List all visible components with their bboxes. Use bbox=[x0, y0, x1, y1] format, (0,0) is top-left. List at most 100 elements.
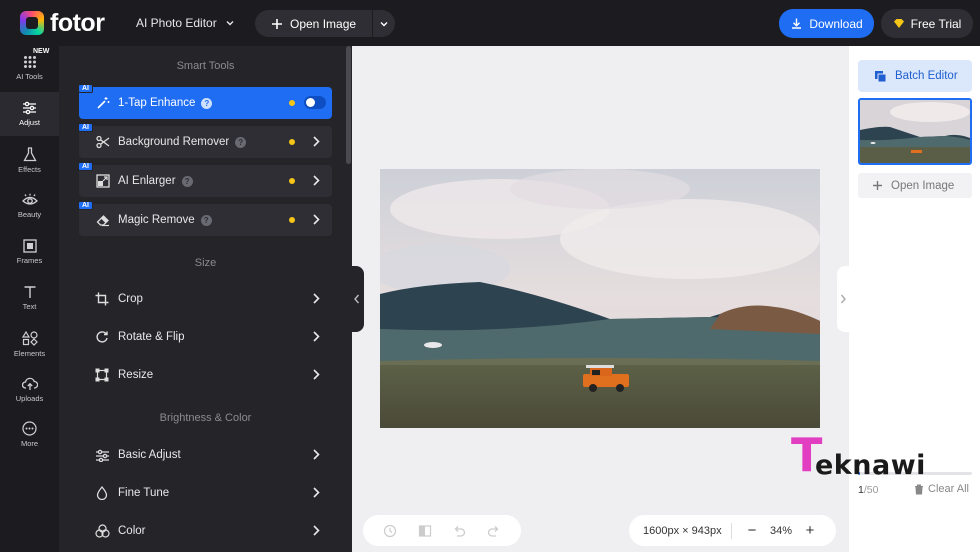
rail-item-beauty[interactable]: Beauty bbox=[0, 184, 59, 228]
batch-editor-label: Batch Editor bbox=[895, 70, 958, 82]
chevron-down-icon bbox=[226, 21, 234, 26]
open-image-main[interactable]: Open Image bbox=[255, 17, 372, 31]
history-icon[interactable] bbox=[383, 524, 397, 538]
rail-label: Frames bbox=[16, 256, 43, 265]
rail-item-text[interactable]: Text bbox=[0, 276, 59, 320]
tool-label: Rotate & Flip bbox=[118, 331, 185, 343]
ai-tag: AI bbox=[78, 84, 93, 93]
trash-icon bbox=[915, 483, 923, 495]
rail-item-more[interactable]: More bbox=[0, 412, 59, 456]
tool-crop[interactable]: Crop bbox=[79, 285, 332, 313]
tool-magic-remove[interactable]: AI Magic Remove ? bbox=[78, 201, 332, 236]
tool-label: Resize bbox=[118, 369, 154, 381]
help-icon[interactable]: ? bbox=[181, 175, 193, 187]
tool-fine-tune[interactable]: Fine Tune bbox=[79, 479, 332, 507]
shapes-icon bbox=[21, 330, 38, 346]
frame-icon bbox=[22, 239, 37, 253]
rail-item-effects[interactable]: Effects bbox=[0, 138, 59, 182]
tool-label: AI Enlarger bbox=[118, 175, 176, 187]
zoom-level[interactable]: 34% bbox=[764, 525, 798, 537]
add-image-button[interactable]: Open Image bbox=[858, 173, 972, 198]
tool-rotate-flip[interactable]: Rotate & Flip bbox=[79, 323, 332, 351]
canvas-history-toolbar bbox=[363, 515, 521, 546]
layers-icon bbox=[875, 70, 887, 82]
open-image-dropdown[interactable] bbox=[373, 19, 395, 29]
color-circles-icon bbox=[92, 524, 112, 538]
rail-label: Uploads bbox=[15, 394, 44, 403]
product-selector[interactable]: AI Photo Editor bbox=[136, 16, 235, 30]
edited-photo[interactable] bbox=[380, 169, 820, 428]
top-bar: fotor AI Photo Editor Open Image Downloa… bbox=[0, 0, 980, 46]
rail-item-ai-tools[interactable]: NEW AI Tools bbox=[0, 46, 59, 90]
rail-label: Beauty bbox=[17, 210, 42, 219]
rail-label: More bbox=[20, 438, 39, 448]
logo-icon bbox=[20, 11, 44, 35]
fotor-logo[interactable]: fotor bbox=[20, 8, 105, 37]
rail-label: Text bbox=[22, 302, 37, 311]
rail-label: Elements bbox=[13, 348, 46, 358]
download-button[interactable]: Download bbox=[779, 9, 874, 38]
canvas-zoom-toolbar: 1600px × 943px − 34% + bbox=[629, 515, 836, 546]
scissors-icon bbox=[93, 135, 113, 149]
chevron-right-icon bbox=[313, 293, 320, 304]
premium-dot bbox=[289, 178, 295, 184]
rail-item-uploads[interactable]: Uploads bbox=[0, 368, 59, 412]
tool-label: Background Remover bbox=[118, 136, 230, 148]
tool-label: Color bbox=[118, 525, 146, 537]
open-image-button[interactable]: Open Image bbox=[255, 10, 395, 37]
rail-item-frames[interactable]: Frames bbox=[0, 230, 59, 274]
rail-item-elements[interactable]: Elements bbox=[0, 322, 59, 366]
tool-color[interactable]: Color bbox=[79, 517, 332, 545]
flask-icon bbox=[22, 146, 37, 161]
rail-item-adjust[interactable]: Adjust bbox=[0, 92, 59, 136]
eraser-icon bbox=[93, 213, 113, 227]
compare-icon[interactable] bbox=[418, 524, 432, 538]
chevron-right-icon bbox=[313, 369, 320, 380]
collapse-panel-handle[interactable] bbox=[350, 266, 364, 332]
chevron-right-icon bbox=[313, 331, 320, 342]
zoom-out-button[interactable]: − bbox=[740, 522, 764, 539]
chevron-down-icon bbox=[380, 21, 388, 26]
rail-label: AI Tools bbox=[16, 72, 43, 81]
download-label: Download bbox=[809, 16, 863, 31]
rail-label: Effects bbox=[18, 164, 41, 174]
tool-ai-enlarger[interactable]: AI AI Enlarger ? bbox=[78, 162, 332, 197]
chevron-right-icon bbox=[313, 449, 320, 460]
resize-icon bbox=[92, 368, 112, 382]
free-trial-button[interactable]: Free Trial bbox=[881, 9, 973, 38]
chevron-right-icon bbox=[313, 214, 320, 225]
diamond-icon bbox=[893, 19, 904, 28]
tool-background-remover[interactable]: AI Background Remover ? bbox=[78, 123, 332, 158]
clear-all-button[interactable]: Clear All bbox=[914, 483, 969, 495]
undo-icon[interactable] bbox=[452, 524, 466, 538]
help-icon[interactable]: ? bbox=[235, 136, 247, 148]
ai-tag: AI bbox=[78, 201, 93, 210]
tool-1-tap-enhance[interactable]: AI 1-Tap Enhance ? bbox=[78, 84, 332, 119]
image-thumbnail[interactable] bbox=[858, 98, 972, 165]
premium-dot bbox=[289, 217, 295, 223]
enhance-toggle[interactable] bbox=[304, 96, 326, 109]
tool-resize[interactable]: Resize bbox=[79, 361, 332, 389]
batch-editor-button[interactable]: Batch Editor bbox=[858, 60, 972, 92]
grid-dots-icon bbox=[23, 56, 36, 68]
free-trial-label: Free Trial bbox=[910, 16, 962, 31]
add-image-label: Open Image bbox=[891, 179, 955, 192]
tool-label: Basic Adjust bbox=[118, 449, 181, 461]
logo-text: fotor bbox=[50, 8, 105, 37]
chevron-right-icon bbox=[313, 487, 320, 498]
magic-wand-icon bbox=[93, 96, 113, 110]
expand-right-panel-handle[interactable] bbox=[837, 266, 849, 332]
tool-label: Fine Tune bbox=[118, 487, 170, 499]
ai-tag: AI bbox=[78, 162, 93, 171]
eye-icon bbox=[21, 193, 38, 205]
cloud-upload-icon bbox=[21, 377, 38, 390]
tool-basic-adjust[interactable]: Basic Adjust bbox=[79, 441, 332, 469]
zoom-in-button[interactable]: + bbox=[798, 522, 822, 539]
tool-label: Magic Remove bbox=[118, 214, 195, 226]
text-icon bbox=[24, 286, 35, 298]
enlarge-icon bbox=[93, 174, 113, 188]
help-icon[interactable]: ? bbox=[201, 97, 213, 109]
rotate-icon bbox=[92, 330, 112, 344]
redo-icon[interactable] bbox=[487, 524, 501, 538]
help-icon[interactable]: ? bbox=[200, 214, 212, 226]
